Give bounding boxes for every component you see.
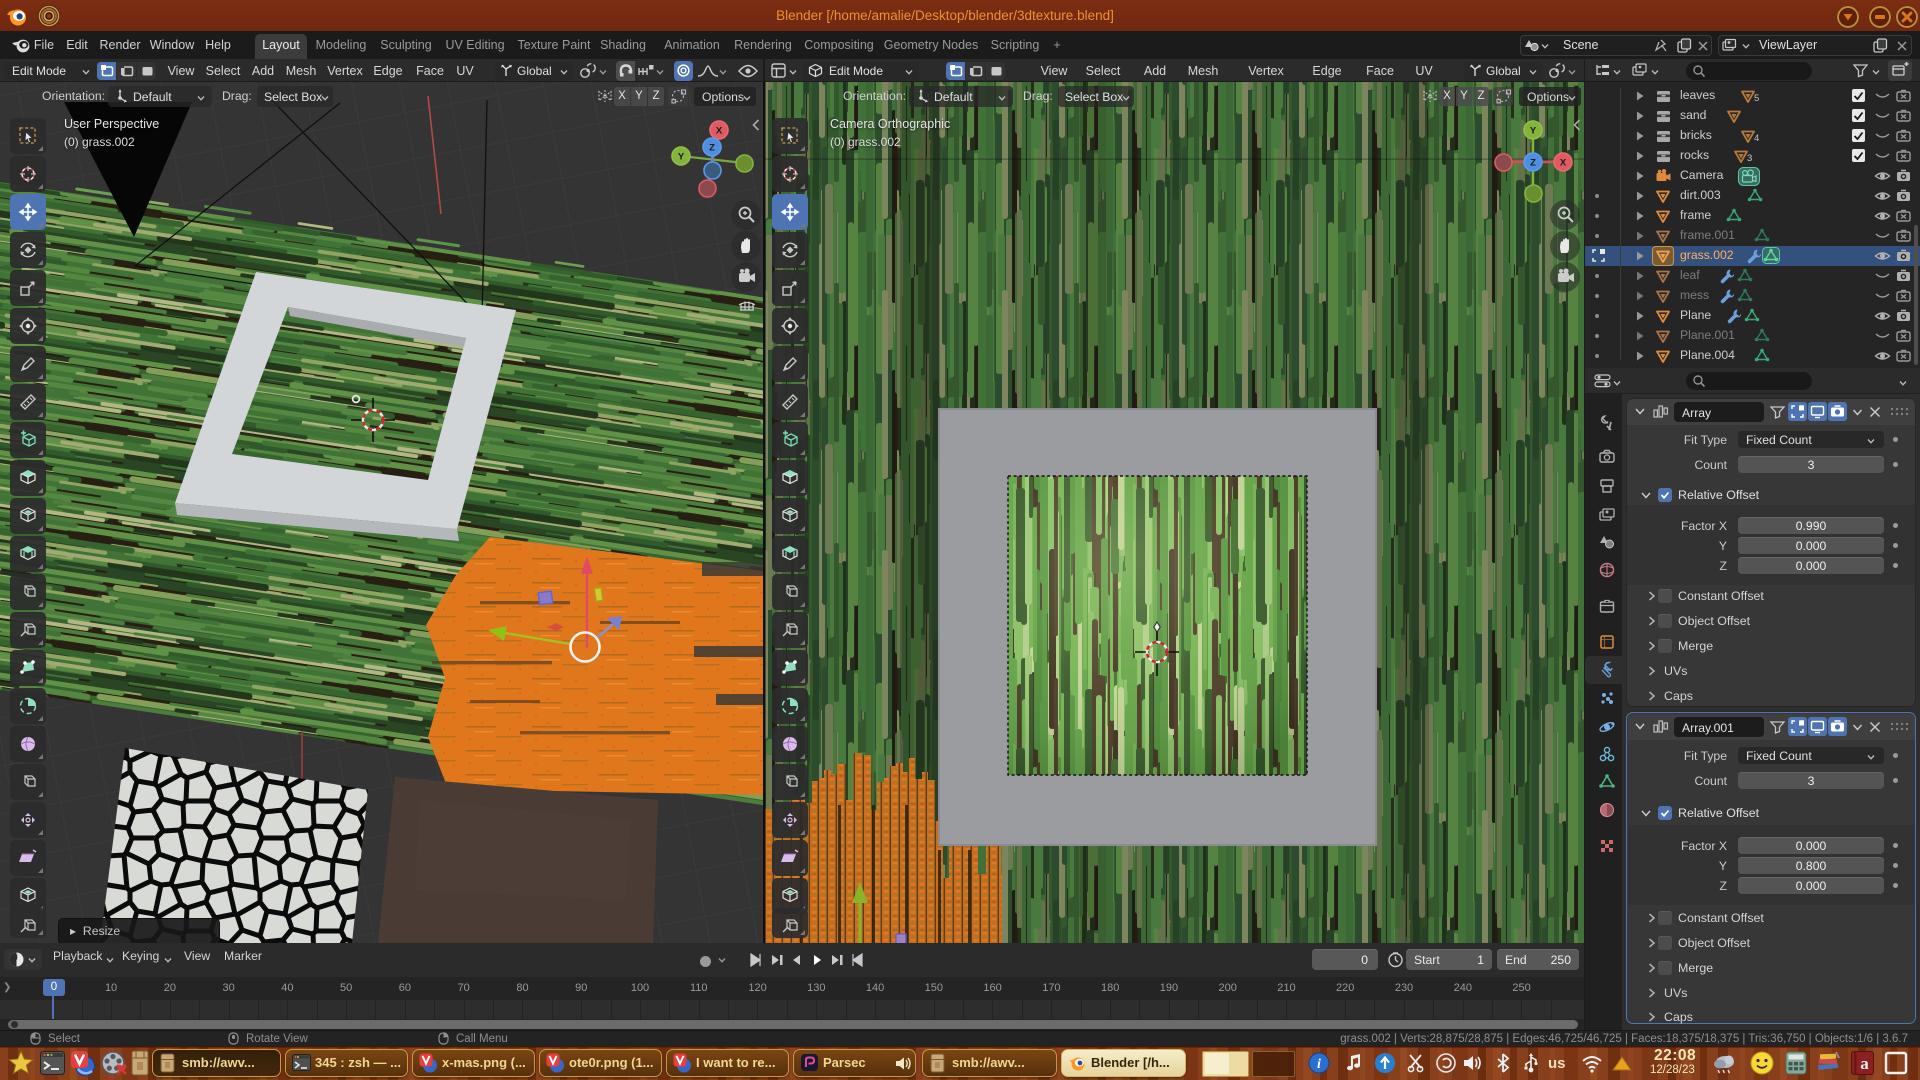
svg-text:Z: Z [1530, 158, 1536, 169]
svg-text:Y: Y [678, 152, 685, 163]
svg-text:X: X [716, 126, 723, 137]
svg-text:Y: Y [1530, 126, 1537, 137]
svg-text:a: a [1860, 1054, 1869, 1073]
svg-text:i: i [1317, 1057, 1321, 1072]
svg-text:X: X [1560, 158, 1567, 169]
svg-text:Z: Z [709, 143, 715, 154]
